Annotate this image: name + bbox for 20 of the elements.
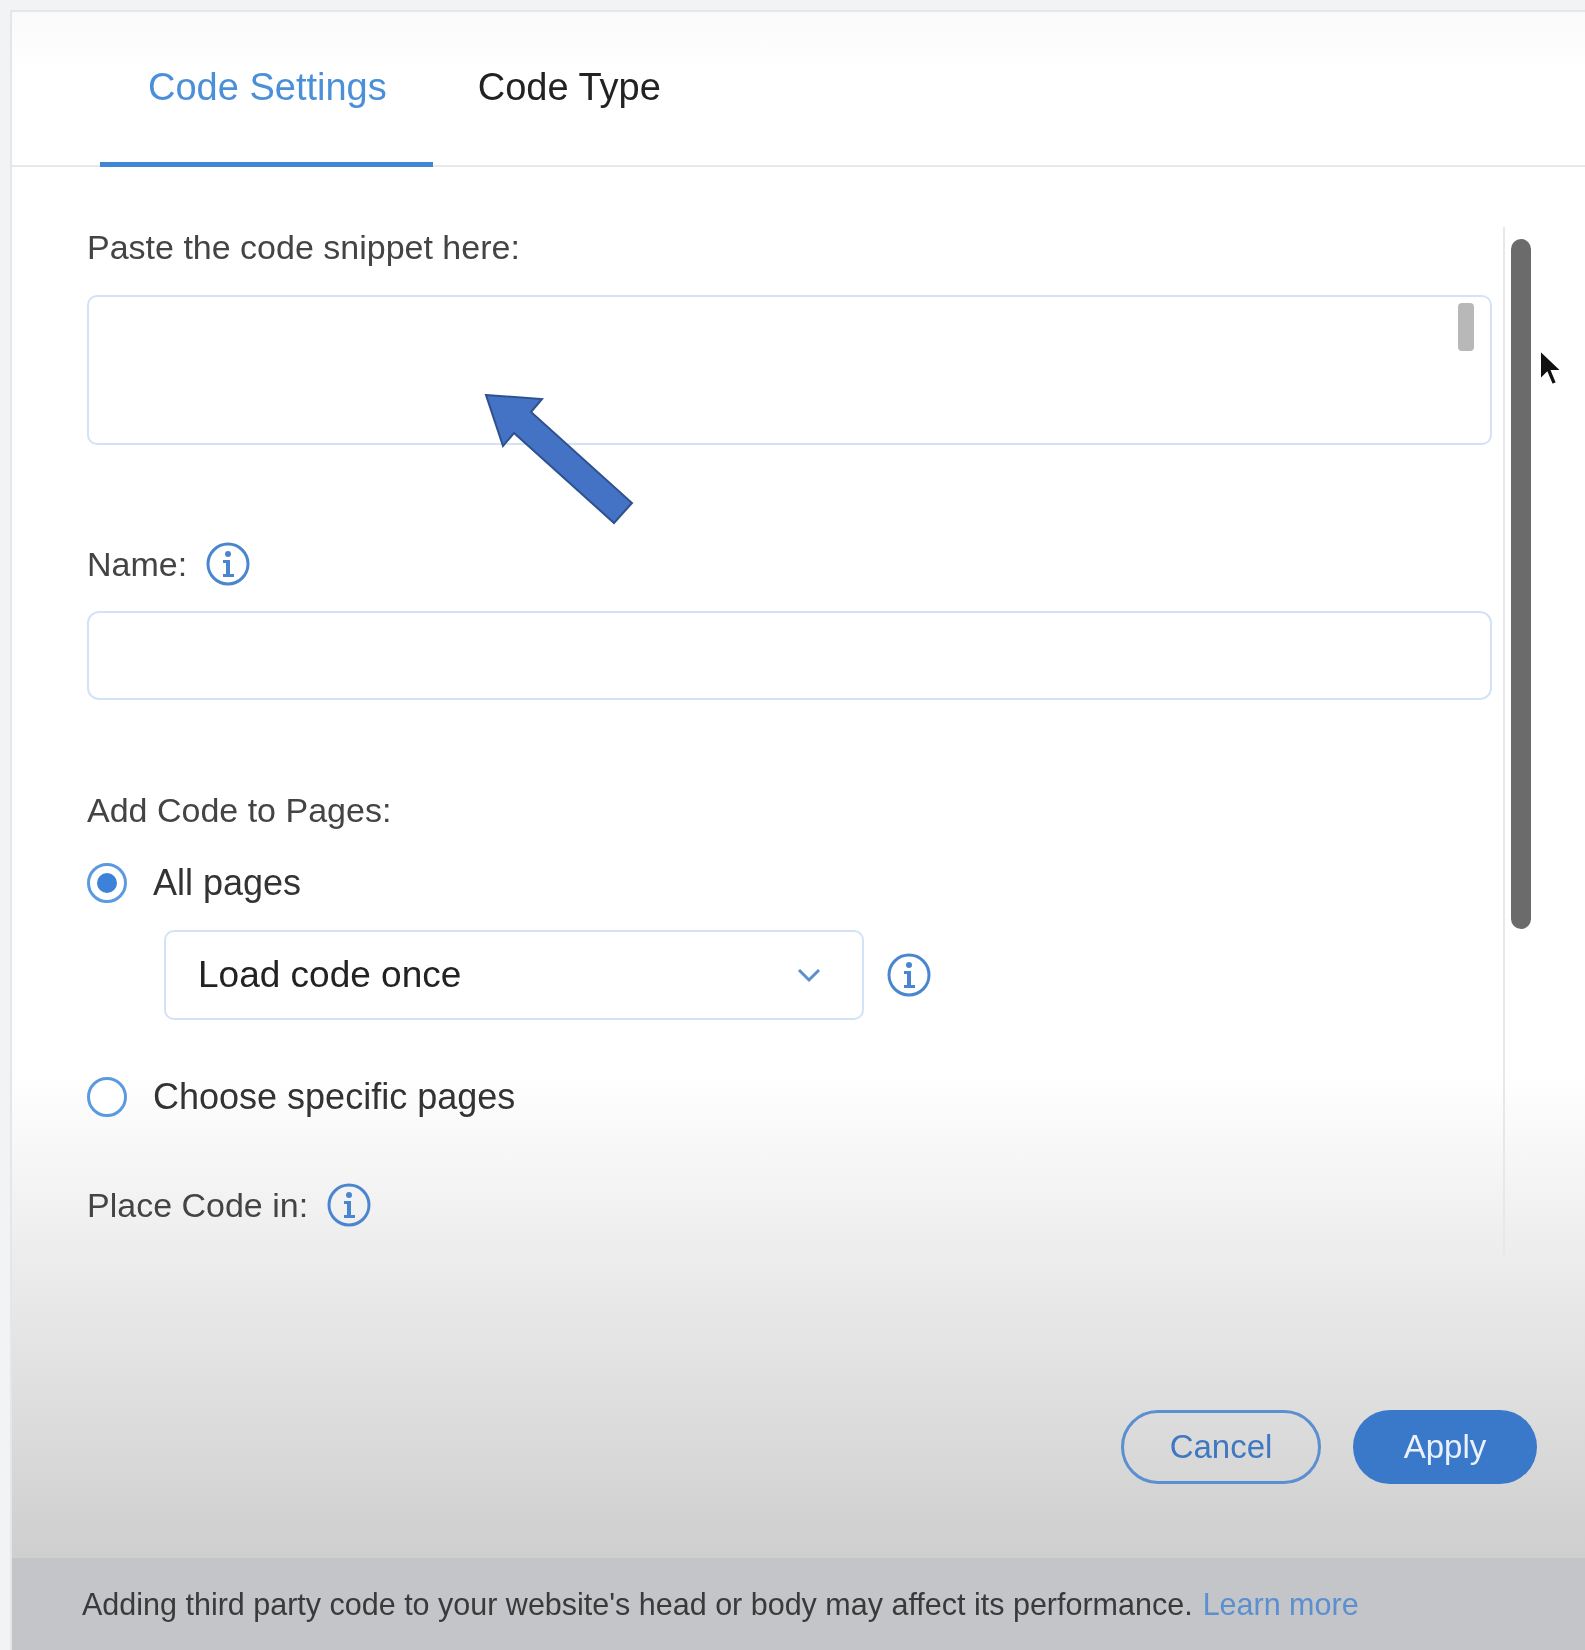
radio-label[interactable]: Choose specific pages (153, 1076, 516, 1118)
info-icon[interactable] (326, 1182, 373, 1228)
chevron-down-icon (796, 967, 822, 983)
radio-button[interactable] (87, 863, 127, 903)
radio-label[interactable]: All pages (153, 862, 302, 904)
load-dropdown[interactable]: Load code once (164, 930, 864, 1020)
scrollbar-thumb[interactable] (1458, 303, 1474, 351)
tab[interactable]: Code Type (477, 12, 661, 167)
name-input-field[interactable] (87, 611, 1492, 700)
info-icon[interactable] (886, 952, 932, 998)
field-label: Paste the code snippet here: (87, 227, 521, 267)
section-label: Add Code to Pages: (87, 790, 392, 830)
field-label: Name: (87, 544, 188, 584)
apply-button[interactable]: Apply (1353, 1410, 1537, 1484)
field-label: Place Code in: (87, 1185, 309, 1225)
radio-button[interactable] (87, 1077, 127, 1117)
scrollbar-thumb[interactable] (1511, 239, 1531, 929)
footer-notice: Adding third party code to your website's head or body may affect its performance. (82, 1586, 1193, 1622)
info-icon[interactable] (205, 541, 252, 587)
code-input-field[interactable] (87, 295, 1492, 445)
